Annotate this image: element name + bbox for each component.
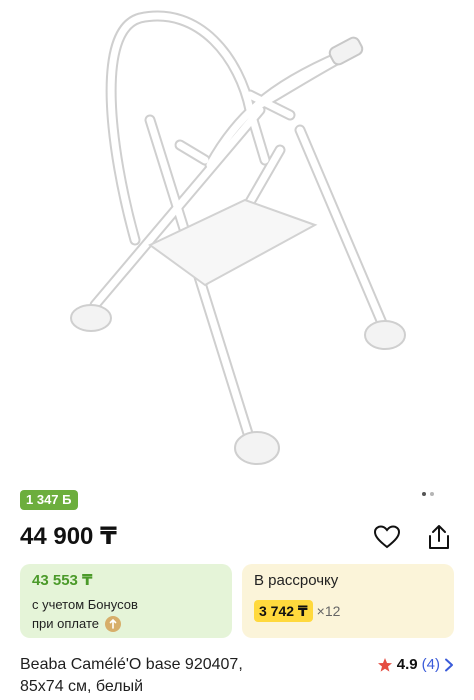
share-button[interactable]: [424, 522, 454, 552]
bonus-note-line1: с учетом Бонусов: [32, 597, 138, 612]
heart-outline-icon: [374, 525, 400, 549]
installment-card[interactable]: В рассрочку 3 742 ₸ ×12: [242, 564, 454, 638]
star-icon: [377, 658, 392, 672]
pager-dot-2[interactable]: [430, 492, 434, 496]
installment-months: ×12: [316, 603, 341, 619]
bonus-note-line2: при оплате: [32, 616, 99, 631]
product-actions: [372, 522, 454, 552]
installment-title: В рассрочку: [254, 572, 339, 589]
pager-dot-1[interactable]: [422, 492, 426, 496]
bonus-note-row: при оплате: [32, 614, 220, 634]
gallery-pager: [422, 492, 434, 496]
bonus-price-card[interactable]: 43 553 ₸ с учетом Бонусов при оплате: [20, 564, 232, 638]
bonus-points-badge: 1 347 Б: [20, 490, 78, 510]
installment-amount: 3 742 ₸: [254, 600, 313, 622]
chevron-right-icon: [445, 658, 453, 672]
rating-value: 4.9: [396, 656, 418, 673]
share-icon: [429, 525, 449, 549]
installment-row: 3 742 ₸ ×12: [254, 600, 442, 622]
favorite-button[interactable]: [372, 522, 402, 552]
product-title-row: Beaba Camélé'O base 920407, 85x74 см, бе…: [20, 654, 454, 698]
price-row: 44 900 ₸: [20, 520, 454, 554]
product-image[interactable]: [0, 0, 474, 478]
bonus-price: 43 553 ₸: [32, 572, 93, 589]
product-title-line2: 85x74 см, белый: [20, 678, 144, 695]
rating-link[interactable]: 4.9 (4): [377, 654, 454, 676]
bonus-coin-icon: [104, 616, 121, 632]
reviews-count: (4): [421, 656, 440, 673]
product-title-line1: Beaba Camélé'O base 920407,: [20, 656, 243, 673]
product-title: Beaba Camélé'O base 920407, 85x74 см, бе…: [20, 654, 330, 698]
